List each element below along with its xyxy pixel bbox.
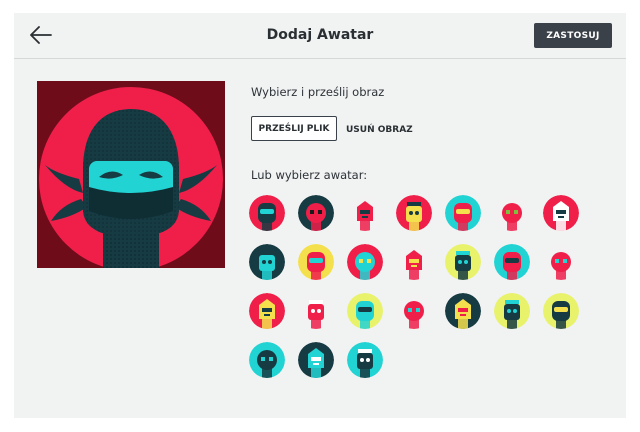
avatar-option-skull-robot[interactable] (347, 342, 383, 378)
alien-avatar-icon (543, 293, 579, 329)
avatar-option-chef[interactable] (396, 195, 432, 231)
goblin-avatar-icon (347, 293, 383, 329)
samurai-avatar-icon (494, 195, 530, 231)
ninja-avatar-icon (39, 87, 223, 268)
avatar-option-skull-red[interactable] (543, 195, 579, 231)
avatar-option-alien[interactable] (543, 293, 579, 329)
apply-button[interactable]: ZASTOSUJ (534, 23, 612, 48)
king-avatar-icon (445, 195, 481, 231)
avatar-option-masked-robber[interactable] (298, 195, 334, 231)
avatar-option-diver[interactable] (494, 293, 530, 329)
upload-file-button[interactable]: PRZEŚLIJ PLIK (251, 116, 337, 141)
skull-dark-avatar-icon (249, 244, 285, 280)
popsicle-avatar-icon (298, 293, 334, 329)
lion-avatar-icon (298, 244, 334, 280)
remove-image-button[interactable]: USUŃ OBRAZ (346, 116, 413, 143)
avatar-option-ninja[interactable] (249, 195, 285, 231)
robot-cyan-avatar-icon (249, 342, 285, 378)
avatar-option-astronaut-red[interactable] (543, 244, 579, 280)
skull-robot-avatar-icon (347, 342, 383, 378)
dialog-header: Dodaj Awatar ZASTOSUJ (14, 13, 626, 59)
choose-upload-label: Wybierz i prześlij obraz (251, 85, 385, 99)
helmet-dark-avatar-icon (445, 293, 481, 329)
ninja-avatar-icon (249, 195, 285, 231)
avatar-preview (37, 81, 225, 268)
bearded-hat-avatar-icon (347, 195, 383, 231)
clown-avatar-icon (347, 244, 383, 280)
chef-avatar-icon (396, 195, 432, 231)
avatar-option-robot-green[interactable] (445, 244, 481, 280)
astronaut-red-avatar-icon (543, 244, 579, 280)
clown-red-avatar-icon (396, 293, 432, 329)
avatar-option-devil[interactable] (494, 244, 530, 280)
avatar-option-robot-cyan[interactable] (249, 342, 285, 378)
choose-avatar-label: Lub wybierz awatar: (251, 168, 368, 182)
avatar-option-popsicle[interactable] (298, 293, 334, 329)
avatar-option-clown-red[interactable] (396, 293, 432, 329)
blob-yellow-avatar-icon (249, 293, 285, 329)
space-helmet-avatar-icon (298, 342, 334, 378)
avatar-option-skull-dark[interactable] (249, 244, 285, 280)
masked-robber-avatar-icon (298, 195, 334, 231)
avatar-option-king[interactable] (445, 195, 481, 231)
avatar-option-goblin[interactable] (347, 293, 383, 329)
devil-avatar-icon (494, 244, 530, 280)
avatar-grid (249, 195, 599, 385)
avatar-option-bearded-hat[interactable] (347, 195, 383, 231)
tiki-avatar-icon (396, 244, 432, 280)
robot-green-avatar-icon (445, 244, 481, 280)
skull-red-avatar-icon (543, 195, 579, 231)
avatar-option-tiki[interactable] (396, 244, 432, 280)
diver-avatar-icon (494, 293, 530, 329)
add-avatar-dialog: Dodaj Awatar ZASTOSUJ Wybierz i prześlij… (14, 13, 626, 418)
avatar-option-blob-yellow[interactable] (249, 293, 285, 329)
avatar-option-samurai[interactable] (494, 195, 530, 231)
avatar-option-helmet-dark[interactable] (445, 293, 481, 329)
avatar-option-space-helmet[interactable] (298, 342, 334, 378)
avatar-option-clown[interactable] (347, 244, 383, 280)
avatar-option-lion[interactable] (298, 244, 334, 280)
